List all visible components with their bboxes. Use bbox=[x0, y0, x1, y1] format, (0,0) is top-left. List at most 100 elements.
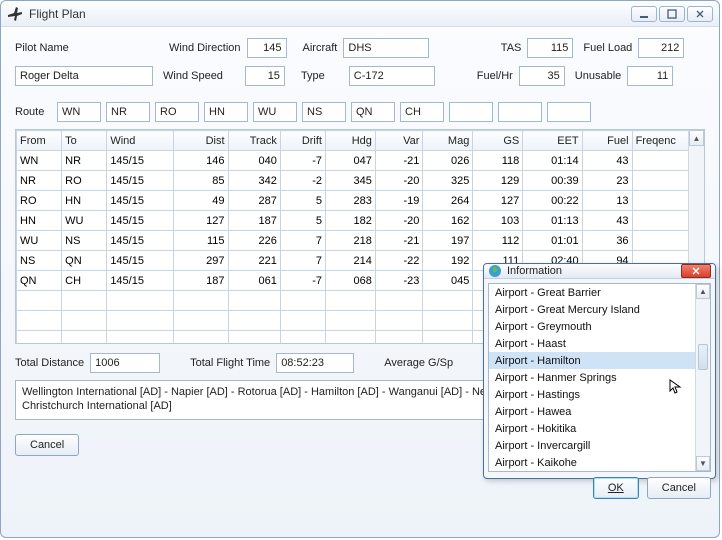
column-header[interactable]: Hdg bbox=[325, 131, 375, 151]
cell[interactable] bbox=[62, 331, 107, 345]
cell[interactable]: WN bbox=[17, 151, 62, 171]
cell[interactable]: 264 bbox=[423, 191, 473, 211]
table-row[interactable]: WUNS145/151152267218-2119711201:0136 bbox=[17, 231, 704, 251]
cell[interactable] bbox=[228, 331, 280, 345]
cell[interactable]: WU bbox=[17, 231, 62, 251]
type-input[interactable] bbox=[349, 66, 435, 86]
cell[interactable]: 040 bbox=[228, 151, 280, 171]
cell[interactable] bbox=[62, 311, 107, 331]
table-row[interactable]: HNWU145/151271875182-2016210301:1343 bbox=[17, 211, 704, 231]
cell[interactable] bbox=[228, 291, 280, 311]
list-item[interactable]: Airport - Kaikohe bbox=[489, 454, 710, 471]
list-item[interactable]: Airport - Hokitika bbox=[489, 420, 710, 437]
cell[interactable]: -22 bbox=[375, 251, 423, 271]
cell[interactable]: WU bbox=[62, 211, 107, 231]
dialog-ok-button[interactable]: OK bbox=[593, 477, 639, 499]
listbox-scrollbar[interactable]: ▲ ▼ bbox=[695, 284, 710, 471]
cell[interactable]: 127 bbox=[473, 191, 523, 211]
cell[interactable]: 226 bbox=[228, 231, 280, 251]
cell[interactable] bbox=[17, 311, 62, 331]
list-item[interactable]: Airport - Greymouth bbox=[489, 318, 710, 335]
route-stop-input[interactable] bbox=[547, 102, 591, 122]
cell[interactable] bbox=[17, 291, 62, 311]
cell[interactable] bbox=[280, 331, 325, 345]
table-row[interactable]: WNNR145/15146040-7047-2102611801:1443 bbox=[17, 151, 704, 171]
cell[interactable]: 145/15 bbox=[107, 211, 174, 231]
cell[interactable]: 13 bbox=[582, 191, 632, 211]
airport-listbox[interactable]: Airport - Great BarrierAirport - Great M… bbox=[488, 283, 711, 472]
cell[interactable]: NS bbox=[62, 231, 107, 251]
cell[interactable]: -20 bbox=[375, 211, 423, 231]
cell[interactable]: QN bbox=[62, 251, 107, 271]
cell[interactable]: -21 bbox=[375, 151, 423, 171]
cell[interactable]: 145/15 bbox=[107, 171, 174, 191]
dialog-titlebar[interactable]: Information bbox=[484, 264, 715, 279]
cell[interactable]: 145/15 bbox=[107, 151, 174, 171]
list-item[interactable]: Airport - Great Barrier bbox=[489, 284, 710, 301]
cell[interactable]: -21 bbox=[375, 231, 423, 251]
wind-speed-input[interactable] bbox=[245, 66, 285, 86]
cell[interactable] bbox=[325, 311, 375, 331]
cell[interactable] bbox=[423, 331, 473, 345]
cell[interactable]: 145/15 bbox=[107, 251, 174, 271]
cell[interactable] bbox=[62, 291, 107, 311]
cell[interactable] bbox=[280, 291, 325, 311]
cell[interactable]: 49 bbox=[173, 191, 228, 211]
cell[interactable]: 192 bbox=[423, 251, 473, 271]
aircraft-input[interactable] bbox=[343, 38, 429, 58]
list-item[interactable]: Airport - Haast bbox=[489, 335, 710, 352]
cell[interactable]: 162 bbox=[423, 211, 473, 231]
cell[interactable]: 7 bbox=[280, 251, 325, 271]
list-item[interactable]: Airport - Great Mercury Island bbox=[489, 301, 710, 318]
scroll-up-icon[interactable]: ▲ bbox=[696, 284, 710, 299]
cell[interactable]: 103 bbox=[473, 211, 523, 231]
cell[interactable] bbox=[107, 311, 174, 331]
scroll-down-icon[interactable]: ▼ bbox=[696, 456, 710, 471]
cell[interactable]: 01:14 bbox=[523, 151, 582, 171]
column-header[interactable]: Var bbox=[375, 131, 423, 151]
cell[interactable]: 221 bbox=[228, 251, 280, 271]
cell[interactable] bbox=[423, 291, 473, 311]
cell[interactable]: 129 bbox=[473, 171, 523, 191]
cell[interactable]: 145/15 bbox=[107, 191, 174, 211]
cell[interactable] bbox=[375, 311, 423, 331]
minimize-button[interactable] bbox=[631, 6, 657, 22]
cell[interactable]: HN bbox=[17, 211, 62, 231]
cell[interactable]: 187 bbox=[228, 211, 280, 231]
cell[interactable]: CH bbox=[62, 271, 107, 291]
cell[interactable] bbox=[17, 331, 62, 345]
route-stop-input[interactable] bbox=[449, 102, 493, 122]
titlebar[interactable]: Flight Plan bbox=[1, 1, 719, 27]
cell[interactable]: 00:22 bbox=[523, 191, 582, 211]
cell[interactable] bbox=[375, 331, 423, 345]
cell[interactable]: 145/15 bbox=[107, 231, 174, 251]
column-header[interactable]: Drift bbox=[280, 131, 325, 151]
tas-input[interactable] bbox=[527, 38, 573, 58]
dialog-cancel-button[interactable]: Cancel bbox=[647, 477, 711, 499]
cell[interactable]: 127 bbox=[173, 211, 228, 231]
cell[interactable]: 85 bbox=[173, 171, 228, 191]
cell[interactable]: 112 bbox=[473, 231, 523, 251]
route-stop-input[interactable] bbox=[498, 102, 542, 122]
fuel-load-input[interactable] bbox=[638, 38, 684, 58]
column-header[interactable]: Mag bbox=[423, 131, 473, 151]
cell[interactable]: RO bbox=[17, 191, 62, 211]
cell[interactable]: -20 bbox=[375, 171, 423, 191]
cell[interactable]: HN bbox=[62, 191, 107, 211]
cell[interactable] bbox=[173, 291, 228, 311]
cell[interactable] bbox=[325, 291, 375, 311]
table-row[interactable]: ROHN145/15492875283-1926412700:2213 bbox=[17, 191, 704, 211]
list-item[interactable]: Airport - Hamilton bbox=[489, 352, 710, 369]
cell[interactable]: 145/15 bbox=[107, 271, 174, 291]
cancel-button[interactable]: Cancel bbox=[15, 434, 79, 456]
cell[interactable]: 026 bbox=[423, 151, 473, 171]
scroll-thumb[interactable] bbox=[698, 344, 708, 370]
cell[interactable]: 197 bbox=[423, 231, 473, 251]
cell[interactable]: -19 bbox=[375, 191, 423, 211]
cell[interactable]: 01:13 bbox=[523, 211, 582, 231]
fuelhr-input[interactable] bbox=[519, 66, 565, 86]
route-stop-input[interactable] bbox=[400, 102, 444, 122]
cell[interactable] bbox=[228, 311, 280, 331]
cell[interactable]: 214 bbox=[325, 251, 375, 271]
cell[interactable]: RO bbox=[62, 171, 107, 191]
